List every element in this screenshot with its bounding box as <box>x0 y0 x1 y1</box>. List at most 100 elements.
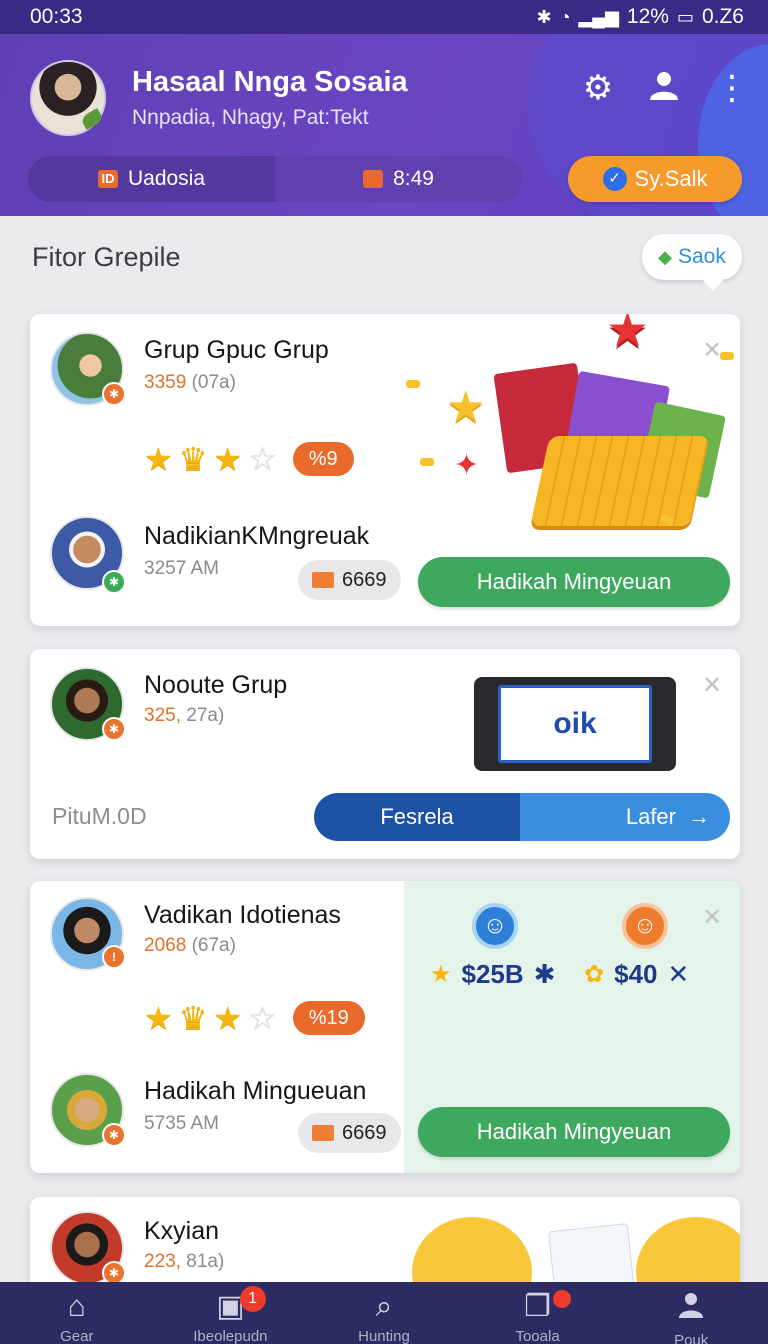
group-time: 223, 81a) <box>144 1251 225 1272</box>
keyboard-illustration <box>530 436 710 526</box>
discount-badge: %9 <box>292 442 354 476</box>
more-icon[interactable]: ⋮ <box>712 68 752 108</box>
badge-icon: ✱ <box>102 570 126 594</box>
member-time: 3257 AM <box>144 558 219 579</box>
ticket-icon <box>363 170 384 188</box>
close-icon[interactable]: ✕ <box>702 671 722 700</box>
crown-icon: ♛ <box>178 441 208 477</box>
wifi-icon: ◔ <box>559 6 571 27</box>
saok-button[interactable]: ◆ Saok <box>642 234 742 280</box>
arrow-right-icon: → <box>688 804 710 829</box>
id-card-icon: ID <box>97 170 118 188</box>
price-tag: ✿ $40 ✕ <box>584 959 690 989</box>
section-title: Fitor Grepile <box>32 242 181 272</box>
sync-button[interactable]: ✓ Sy.Salk <box>568 156 742 202</box>
member-name: NadikianKMngreuak <box>144 522 370 550</box>
bottom-nav: ⌂ Gear ▣ Ibeolepudn 1 ⌕ Hunting ❐ Tooala… <box>0 1282 768 1344</box>
group-card[interactable]: ☺ ☺ ★ $25B ✱ ✿ $40 ✕ ✕ ! Vadikan Idotien… <box>30 881 740 1173</box>
header-tabs: ID Uadosia 8:49 <box>28 156 522 202</box>
count-pill[interactable]: 6669 <box>298 1113 401 1153</box>
nav-home[interactable]: ⌂ Gear <box>0 1282 154 1344</box>
group-name: Vadikan Idotienas <box>144 901 341 929</box>
battery-icon: ▭ <box>676 6 694 27</box>
nav-copy[interactable]: ❐ Tooala <box>461 1282 615 1344</box>
bluetooth-icon: ✱ <box>536 6 552 27</box>
home-icon: ⌂ <box>67 1290 86 1323</box>
join-button[interactable]: Hadikah Mingyeuan <box>418 557 730 607</box>
nav-gallery[interactable]: ▣ Ibeolepudn 1 <box>154 1282 308 1344</box>
avatar[interactable] <box>30 60 106 136</box>
sync-label: Sy.Salk <box>634 166 708 191</box>
box-icon <box>312 572 334 588</box>
tag-icon: ◆ <box>658 246 672 267</box>
later-button[interactable]: Lafer → <box>520 793 730 841</box>
points-text: PituM.0D <box>52 803 147 829</box>
user-icon[interactable] <box>644 68 684 108</box>
saok-label: Saok <box>677 245 726 268</box>
group-time: 325, 27a) <box>144 705 225 726</box>
join-button[interactable]: Hadikah Mingyeuan <box>418 1107 730 1157</box>
rating-stars: ★ ♛ ★ ☆ %19 <box>144 1001 365 1035</box>
group-name: Kxyian <box>144 1217 220 1245</box>
star-empty-icon: ☆ <box>248 1000 277 1036</box>
star-icon: ✦ <box>454 449 480 482</box>
badge-icon: ✱ <box>102 382 126 406</box>
star-icon: ★ <box>446 383 486 432</box>
star-icon: ★ <box>144 1000 173 1036</box>
device-illustration: oik <box>474 677 676 771</box>
crown-icon: ♛ <box>178 1000 208 1036</box>
star-icon: ★ <box>213 1000 243 1036</box>
tab-time[interactable]: 8:49 <box>275 156 522 202</box>
group-name: Grup Gpuc Grup <box>144 336 329 364</box>
status-time: 00:33 <box>30 5 83 28</box>
box-icon <box>312 1125 334 1141</box>
nav-profile[interactable]: Pouk <box>614 1282 768 1344</box>
profile-icon <box>676 1290 706 1328</box>
star-empty-icon: ☆ <box>248 441 277 477</box>
gear-icon[interactable]: ⚙ <box>578 68 618 108</box>
split-button: Fesrela Lafer → <box>314 793 730 841</box>
group-name: Nooute Grup <box>144 671 288 699</box>
confetti <box>420 458 434 466</box>
member-time: 5735 AM <box>144 1113 219 1134</box>
fesrela-button[interactable]: Fesrela <box>314 793 520 841</box>
rating-stars: ★ ♛ ★ ☆ %9 <box>144 442 354 476</box>
confetti <box>406 380 420 388</box>
group-card[interactable]: ★ ★ ✦ ✕ ✱ Grup Gpuc Grup 3359 (07a) ★ ♛ … <box>30 314 740 626</box>
star-icon: ★ <box>430 961 452 988</box>
profile-name: Hasaal Nnga Sosaia <box>132 66 408 98</box>
battery-percent: 12% <box>626 5 669 28</box>
status-bar: 00:33 ✱ ◔ ▂▄▆ 12% ▭ 0.Z6 <box>0 0 768 34</box>
tab-label: Uadosia <box>127 167 206 190</box>
nav-search[interactable]: ⌕ Hunting <box>307 1282 461 1344</box>
close-icon[interactable]: ✕ <box>702 903 722 932</box>
badge-icon: ✱ <box>102 717 126 741</box>
close-icon: ✱ <box>533 959 556 989</box>
smile-icon: ☺ <box>622 903 668 949</box>
badge-icon: ! <box>102 945 126 969</box>
star-icon: ★ <box>213 441 243 477</box>
promo-illustration: ★ ★ ✦ <box>406 314 740 548</box>
badge-icon: ✱ <box>102 1123 126 1147</box>
count-pill[interactable]: 6669 <box>298 560 401 600</box>
price-tag: ★ $25B ✱ <box>430 959 556 989</box>
star-icon: ★ <box>144 441 173 477</box>
chevron-down-icon: ✓ <box>602 167 627 191</box>
device-screen: oik <box>498 685 652 763</box>
signal-icon: ▂▄▆ <box>578 6 619 27</box>
status-icons: ✱ ◔ ▂▄▆ 12% ▭ 0.Z6 <box>537 5 745 29</box>
profile-header: Hasaal Nnga Sosaia Nnpadia, Nhagy, Pat:T… <box>0 34 768 216</box>
group-card[interactable]: ✱ Nooute Grup 325, 27a) oik ✕ PituM.0D F… <box>30 649 740 859</box>
copy-icon: ❐ <box>524 1290 552 1323</box>
tab-label: 8:49 <box>393 167 434 190</box>
tab-uadosia[interactable]: ID Uadosia <box>28 156 275 202</box>
notification-badge: 1 <box>239 1286 266 1312</box>
smile-icon: ☺ <box>472 903 518 949</box>
network-speed: 0.Z6 <box>701 5 744 28</box>
close-icon: ✕ <box>667 959 690 989</box>
profile-subtitle: Nnpadia, Nhagy, Pat:Tekt <box>132 106 369 129</box>
close-icon[interactable]: ✕ <box>702 336 722 365</box>
discount-badge: %19 <box>292 1001 365 1035</box>
search-icon: ⌕ <box>375 1290 393 1323</box>
notification-dot <box>552 1290 571 1308</box>
